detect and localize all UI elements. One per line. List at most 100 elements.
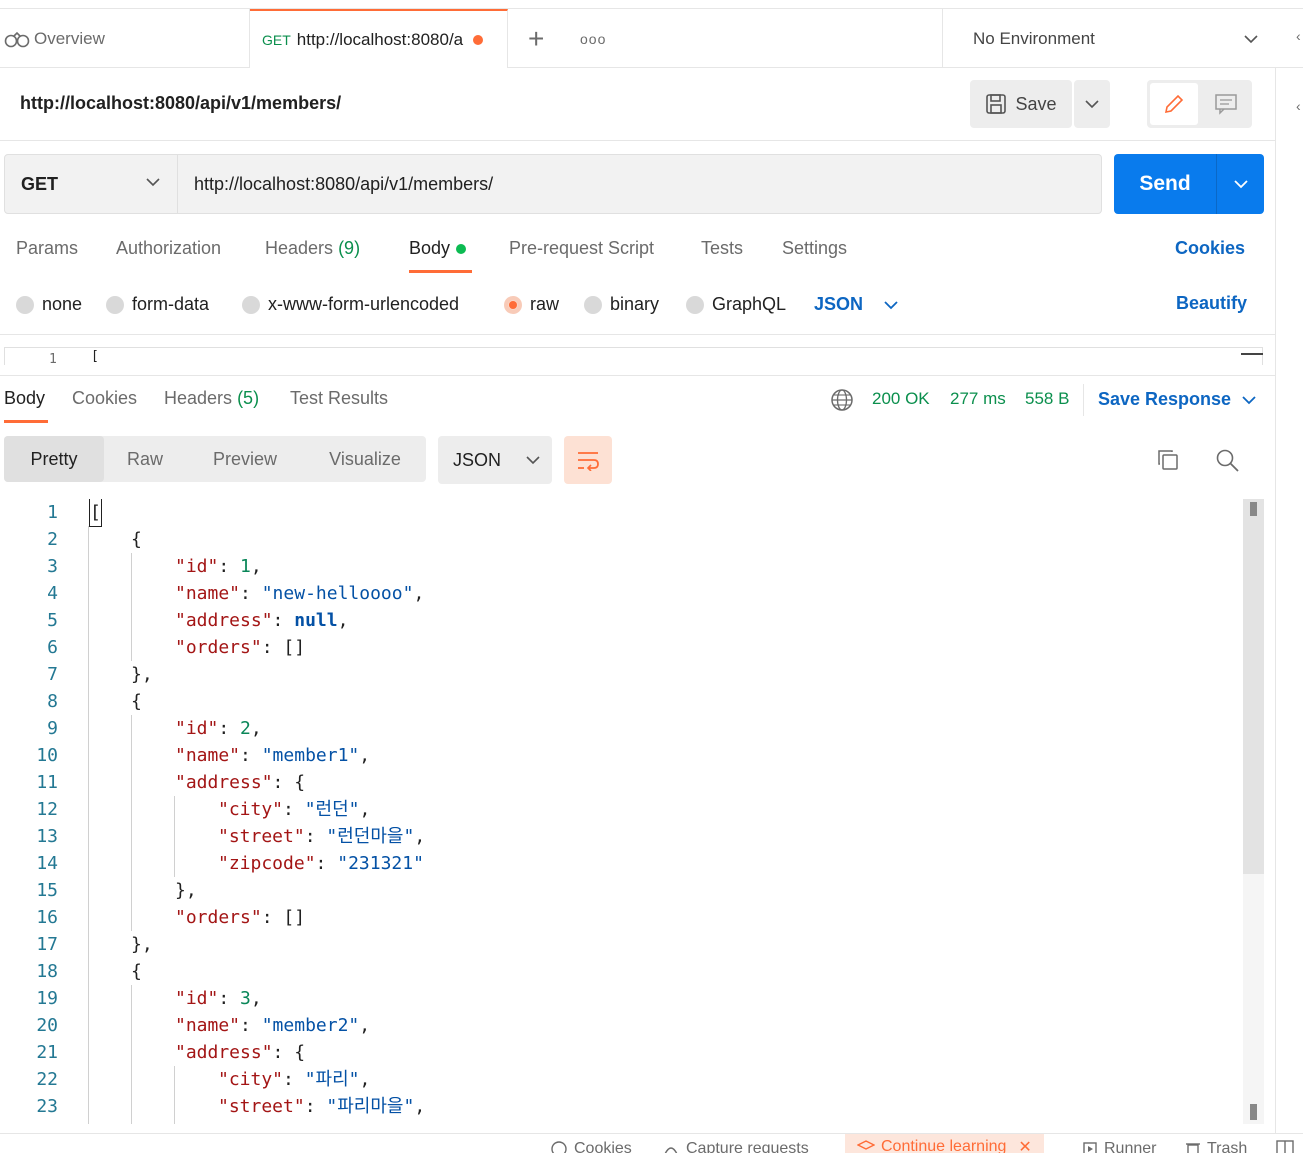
request-body-editor[interactable]: 1 [ xyxy=(4,347,1263,365)
response-format-select[interactable]: JSON xyxy=(438,436,552,484)
code-text: { xyxy=(131,961,142,982)
json-value: null xyxy=(294,610,338,631)
json-value: "member2" xyxy=(261,1015,360,1036)
radio-form-data[interactable]: form-data xyxy=(106,294,209,315)
environment-select[interactable]: No Environment xyxy=(942,9,1303,68)
response-tab-headers[interactable]: Headers (5) xyxy=(164,388,259,409)
tab-tests[interactable]: Tests xyxy=(701,238,743,259)
radio-urlencoded[interactable]: x-www-form-urlencoded xyxy=(242,294,459,315)
response-status[interactable]: 200 OK xyxy=(872,389,930,409)
code-text: }, xyxy=(175,880,197,901)
save-button[interactable]: Save xyxy=(970,80,1072,128)
right-sidebar-divider xyxy=(1275,68,1276,1133)
tab-request-active[interactable]: GET http://localhost:8080/a xyxy=(250,9,508,68)
json-key: "id" xyxy=(175,556,219,577)
view-preview-button[interactable]: Preview xyxy=(192,436,298,482)
radio-graphql[interactable]: GraphQL xyxy=(686,294,786,315)
method-select[interactable]: GET xyxy=(4,154,178,214)
body-format-select[interactable]: JSON xyxy=(814,294,899,315)
tab-headers-label: Headers xyxy=(265,238,334,258)
response-size[interactable]: 558 B xyxy=(1025,389,1069,409)
line-number: 18 xyxy=(36,961,58,982)
json-key: "orders" xyxy=(175,907,262,928)
response-tab-cookies[interactable]: Cookies xyxy=(72,388,137,409)
wrap-lines-button[interactable] xyxy=(564,436,612,484)
code-text: }, xyxy=(131,934,153,955)
line-number: 21 xyxy=(36,1042,58,1063)
search-icon[interactable] xyxy=(1215,448,1241,474)
line-number: 5 xyxy=(47,610,58,631)
environment-label: No Environment xyxy=(973,28,1095,48)
radio-urlencoded-label: x-www-form-urlencoded xyxy=(268,294,460,314)
send-dropdown-button[interactable] xyxy=(1216,154,1264,214)
url-input[interactable]: http://localhost:8080/api/v1/members/ xyxy=(178,154,1102,214)
response-tab-body[interactable]: Body xyxy=(4,388,45,409)
radio-none[interactable]: none xyxy=(16,294,82,315)
radio-form-data-label: form-data xyxy=(132,294,210,314)
chevron-down-icon xyxy=(146,178,160,187)
footer-cookies[interactable]: Cookies xyxy=(550,1140,632,1153)
comment-icon xyxy=(1215,94,1237,115)
chevron-down-icon xyxy=(884,300,898,309)
json-value: "파리" xyxy=(304,1069,360,1090)
view-pretty-button[interactable]: Pretty xyxy=(4,436,104,482)
view-visualize-button[interactable]: Visualize xyxy=(310,436,420,482)
tab-body[interactable]: Body xyxy=(409,238,467,259)
tab-headers[interactable]: Headers (9) xyxy=(265,238,360,259)
cookies-link[interactable]: Cookies xyxy=(1175,238,1245,259)
response-body-viewer[interactable]: 1[ 2{ 3 "id": 1, 4 "name": "new-helloooo",… xyxy=(0,499,1240,1124)
radio-raw-label: raw xyxy=(530,294,560,314)
json-key: "id" xyxy=(175,718,219,739)
view-raw-button[interactable]: Raw xyxy=(104,436,186,482)
globe-icon[interactable] xyxy=(830,388,854,412)
tab-prerequest-script[interactable]: Pre-request Script xyxy=(509,238,654,259)
more-tabs-icon[interactable]: ooo xyxy=(580,9,606,68)
tab-authorization[interactable]: Authorization xyxy=(116,238,221,259)
tab-settings[interactable]: Settings xyxy=(782,238,847,259)
new-tab-plus-icon[interactable]: + xyxy=(528,9,544,68)
resize-handle[interactable] xyxy=(1241,353,1263,355)
tab-params[interactable]: Params xyxy=(16,238,78,259)
line-number: 2 xyxy=(47,529,58,550)
indent-guide xyxy=(131,985,132,1124)
tab-body-label: Body xyxy=(409,238,451,258)
footer-continue-learning[interactable]: Continue learning ✕ xyxy=(845,1134,1044,1153)
request-title[interactable]: http://localhost:8080/api/v1/members/ xyxy=(20,93,341,114)
radio-graphql-label: GraphQL xyxy=(712,294,787,314)
layout-toggle-icon[interactable] xyxy=(1276,1140,1294,1153)
unsaved-dot-icon xyxy=(473,34,484,45)
response-tab-test-results[interactable]: Test Results xyxy=(290,388,388,409)
code-text: }, xyxy=(131,664,153,685)
response-time[interactable]: 277 ms xyxy=(950,389,1006,409)
collapse-right-icon[interactable]: ‹ xyxy=(1296,28,1301,44)
footer-runner[interactable]: Runner xyxy=(1082,1140,1156,1153)
close-icon[interactable]: ✕ xyxy=(1018,1137,1031,1153)
radio-raw[interactable]: raw xyxy=(504,294,559,315)
save-response-button[interactable]: Save Response xyxy=(1098,389,1257,410)
code-text: { xyxy=(131,529,142,550)
footer-capture-label: Capture requests xyxy=(686,1140,809,1153)
tab-overview[interactable]: Overview xyxy=(0,9,250,68)
json-key: "name" xyxy=(175,583,241,604)
json-key: "zipcode" xyxy=(218,853,316,874)
editor-line-number: 1 xyxy=(49,352,57,365)
save-dropdown-button[interactable] xyxy=(1074,80,1110,128)
chevron-down-icon xyxy=(1233,180,1248,189)
scrollbar-thumb[interactable] xyxy=(1243,499,1264,874)
collapse-sidebar-icon[interactable]: ‹ xyxy=(1296,98,1301,114)
comments-button[interactable] xyxy=(1203,83,1249,125)
edit-mode-button[interactable] xyxy=(1150,83,1198,125)
radio-binary[interactable]: binary xyxy=(584,294,659,315)
sidebar-more-icon[interactable]: ⋮ xyxy=(1298,165,1303,179)
beautify-link[interactable]: Beautify xyxy=(1176,293,1247,314)
line-number: 1 xyxy=(47,502,58,523)
chevron-down-icon xyxy=(1242,395,1256,404)
save-icon xyxy=(986,94,1007,114)
response-headers-count-badge: (5) xyxy=(237,388,260,408)
line-number: 3 xyxy=(47,556,58,577)
copy-icon[interactable] xyxy=(1156,448,1180,472)
radio-binary-label: binary xyxy=(610,294,660,314)
footer-capture-requests[interactable]: Capture requests xyxy=(662,1140,809,1153)
footer-trash[interactable]: Trash xyxy=(1185,1140,1247,1153)
send-button[interactable]: Send xyxy=(1114,154,1216,214)
